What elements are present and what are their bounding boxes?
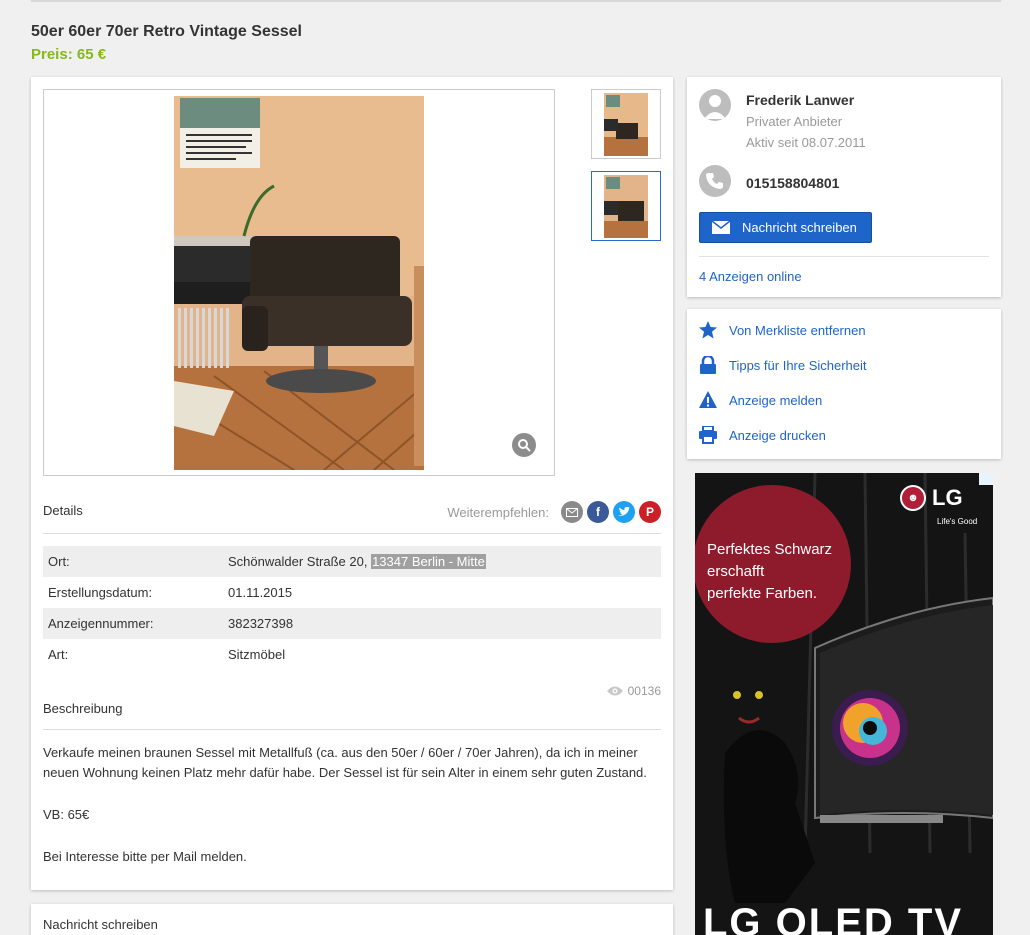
warning-icon	[699, 391, 717, 409]
seller-active-since: Aktiv seit 08.07.2011	[746, 135, 866, 150]
star-icon	[699, 321, 717, 339]
message-form-card: Nachricht schreiben	[31, 904, 673, 935]
magnifier-icon	[518, 439, 531, 452]
message-form-heading: Nachricht schreiben	[43, 917, 158, 932]
print-ad-link[interactable]: Anzeige drucken	[699, 426, 826, 444]
details-row-id: Anzeigennummer: 382327398	[43, 608, 661, 639]
share-email-icon[interactable]	[561, 501, 583, 523]
report-ad-link[interactable]: Anzeige melden	[699, 391, 822, 409]
share-bar: Weiterempfehlen: f P	[447, 501, 661, 523]
advertisement-banner[interactable]: Perfektes Schwarz erschafft perfekte Far…	[695, 473, 993, 935]
link-label: Anzeige drucken	[729, 427, 826, 443]
seller-ads-link[interactable]: 4 Anzeigen online	[699, 269, 802, 284]
seller-name[interactable]: Frederik Lanwer	[746, 92, 854, 108]
view-counter: 00136	[606, 684, 661, 698]
share-pinterest-icon[interactable]: P	[639, 501, 661, 523]
eye-icon	[606, 686, 623, 696]
lg-logo: ☻ LG	[900, 485, 963, 511]
link-label: Tipps für Ihre Sicherheit	[729, 357, 867, 373]
envelope-icon	[712, 221, 730, 234]
details-heading: Details	[43, 503, 83, 518]
details-key: Erstellungsdatum:	[48, 585, 153, 600]
seller-divider	[699, 256, 989, 257]
lg-brand-text: LG	[932, 485, 963, 510]
ad-slogan: Perfektes Schwarz erschafft perfekte Far…	[707, 539, 832, 605]
details-key: Art:	[48, 647, 69, 662]
link-label: Von Merkliste entfernen	[729, 322, 866, 338]
adchoices-icon[interactable]	[979, 473, 993, 485]
share-label: Weiterempfehlen:	[447, 504, 549, 520]
location-city-highlight: 13347 Berlin - Mitte	[371, 554, 486, 569]
details-value: 382327398	[228, 616, 294, 631]
location-street: Schönwalder Straße 20,	[228, 554, 372, 569]
description-heading: Beschreibung	[43, 701, 123, 716]
details-value: 01.11.2015	[228, 585, 293, 600]
send-message-label: Nachricht schreiben	[742, 220, 857, 235]
listing-price: Preis: 65 €	[31, 46, 107, 63]
view-count: 00136	[627, 684, 661, 698]
description-body: Verkaufe meinen braunen Sessel mit Metal…	[43, 743, 661, 889]
details-key: Ort:	[48, 554, 70, 569]
category-link[interactable]: Sitzmöbel	[228, 647, 285, 662]
ad-slogan-line: perfekte Farben.	[707, 585, 818, 602]
details-row-category: Art: Sitzmöbel	[43, 639, 661, 670]
seller-type: Privater Anbieter	[746, 114, 843, 129]
description-paragraph: Bei Interesse bitte per Mail melden.	[43, 849, 247, 864]
top-divider	[31, 0, 1001, 2]
phone-icon	[699, 165, 731, 197]
main-image-frame[interactable]	[43, 89, 555, 476]
details-row-location: Ort: Schönwalder Straße 20, 13347 Berlin…	[43, 546, 661, 577]
listing-title: 50er 60er 70er Retro Vintage Sessel	[31, 23, 302, 40]
link-label: Anzeige melden	[729, 392, 823, 408]
main-photo[interactable]	[174, 96, 424, 470]
actions-card: Von Merkliste entfernen Tipps für Ihre S…	[687, 309, 1001, 459]
remove-watchlist-link[interactable]: Von Merkliste entfernen	[699, 321, 866, 339]
send-message-button[interactable]: Nachricht schreiben	[699, 212, 872, 243]
seller-phone[interactable]: 015158804801	[746, 175, 839, 191]
share-twitter-icon[interactable]	[613, 501, 635, 523]
ad-product-name: LG OLED TV	[703, 901, 963, 935]
lg-face-icon: ☻	[900, 485, 926, 511]
details-key: Anzeigennummer:	[48, 616, 154, 631]
details-divider	[43, 533, 661, 534]
printer-icon	[699, 426, 717, 444]
description-paragraph: VB: 65€	[43, 807, 90, 822]
details-value: Schönwalder Straße 20, 13347 Berlin - Mi…	[228, 554, 486, 569]
description-divider	[43, 729, 661, 730]
lock-icon	[699, 356, 717, 374]
ad-slogan-line: erschafft	[707, 563, 765, 580]
lg-tagline: Life's Good	[937, 517, 978, 526]
share-facebook-icon[interactable]: f	[587, 501, 609, 523]
user-icon	[704, 95, 726, 119]
ad-slogan-line: Perfektes Schwarz	[707, 541, 833, 558]
zoom-button[interactable]	[512, 433, 536, 457]
details-row-date: Erstellungsdatum: 01.11.2015	[43, 577, 661, 608]
thumbnail-2-selected[interactable]	[591, 171, 661, 241]
safety-tips-link[interactable]: Tipps für Ihre Sicherheit	[699, 356, 867, 374]
listing-main-card: Details Weiterempfehlen: f P Ort: Schönw…	[31, 77, 673, 890]
details-table: Ort: Schönwalder Straße 20, 13347 Berlin…	[43, 546, 661, 670]
avatar	[699, 89, 731, 121]
seller-card: Frederik Lanwer Privater Anbieter Aktiv …	[687, 77, 1001, 297]
description-paragraph: Verkaufe meinen braunen Sessel mit Metal…	[43, 745, 647, 780]
thumbnail-1[interactable]	[591, 89, 661, 159]
